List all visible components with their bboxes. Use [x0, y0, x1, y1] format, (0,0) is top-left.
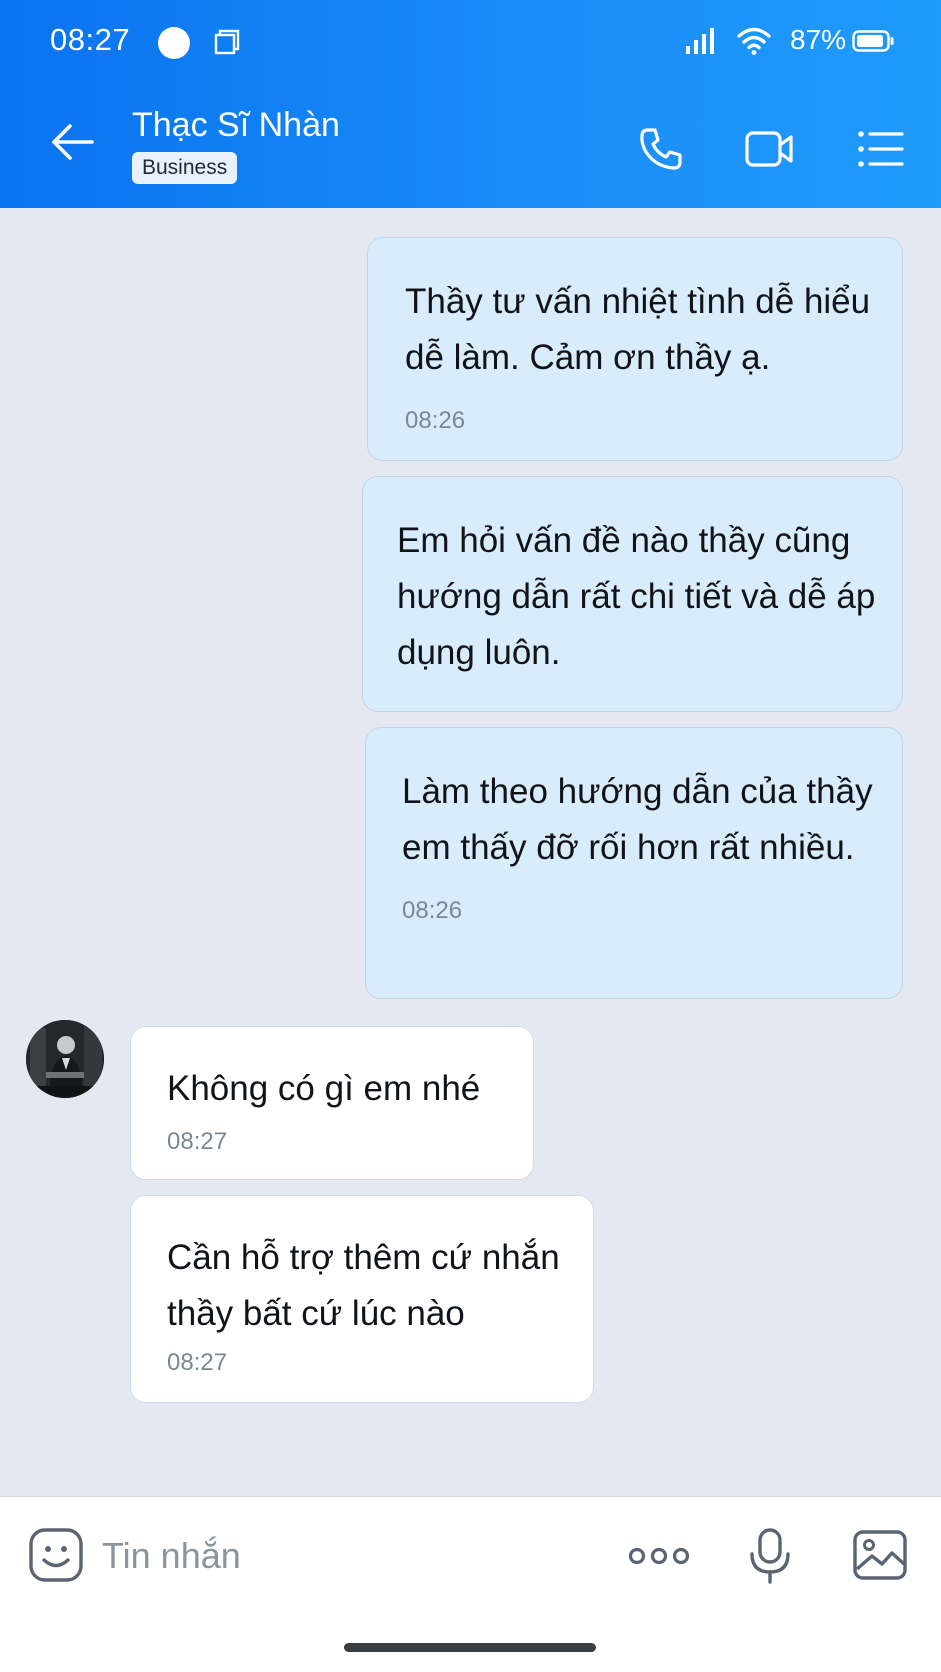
notification-dot-icon: [158, 27, 190, 59]
message-text: Em hỏi vấn đề nào thầy cũng hướng dẫn rấ…: [397, 521, 876, 672]
cellular-signal-icon: [686, 28, 714, 54]
message-text: Không có gì em nhé: [167, 1069, 481, 1108]
battery-icon: [852, 30, 894, 52]
avatar-photo-icon: [26, 1020, 104, 1098]
message-text: Cần hỗ trợ thêm cứ nhắn thầy bất cứ lúc …: [167, 1238, 560, 1333]
message-bubble-incoming[interactable]: Không có gì em nhé 08:27: [130, 1026, 534, 1180]
home-indicator[interactable]: [344, 1643, 596, 1652]
back-arrow-icon[interactable]: [46, 116, 98, 168]
status-time: 08:27: [50, 22, 131, 57]
message-time: 08:26: [402, 897, 463, 924]
message-text: Thầy tư vấn nhiệt tình dễ hiểu dễ làm. C…: [405, 282, 871, 377]
message-bubble-outgoing[interactable]: Thầy tư vấn nhiệt tình dễ hiểu dễ làm. C…: [367, 237, 903, 461]
business-badge: Business: [132, 152, 238, 184]
message-input[interactable]: [102, 1531, 602, 1581]
message-text: Làm theo hướng dẫn của thầy em thấy đỡ r…: [402, 772, 873, 867]
more-options-icon[interactable]: [628, 1541, 690, 1571]
message-time: 08:27: [167, 1349, 228, 1376]
message-time: 08:26: [405, 407, 466, 434]
chat-header: 08:27 87% Thạc Sĩ Nhàn Business: [0, 0, 941, 208]
message-composer: [0, 1496, 941, 1672]
wifi-icon: [737, 27, 771, 55]
image-gallery-icon[interactable]: [852, 1529, 908, 1581]
microphone-icon[interactable]: [748, 1527, 792, 1585]
contact-name[interactable]: Thạc Sĩ Nhàn: [132, 106, 340, 145]
video-call-icon[interactable]: [744, 124, 794, 174]
menu-list-icon[interactable]: [856, 124, 906, 174]
message-bubble-outgoing[interactable]: Em hỏi vấn đề nào thầy cũng hướng dẫn rấ…: [362, 476, 903, 712]
battery-percentage: 87%: [790, 24, 847, 55]
contact-avatar[interactable]: [26, 1020, 104, 1098]
phone-call-icon[interactable]: [636, 124, 686, 174]
sticker-emoji-icon[interactable]: [28, 1527, 84, 1583]
notification-square-icon: [214, 29, 240, 55]
message-time: 08:27: [167, 1128, 228, 1155]
message-bubble-outgoing[interactable]: Làm theo hướng dẫn của thầy em thấy đỡ r…: [365, 727, 903, 999]
message-bubble-incoming[interactable]: Cần hỗ trợ thêm cứ nhắn thầy bất cứ lúc …: [130, 1195, 594, 1403]
